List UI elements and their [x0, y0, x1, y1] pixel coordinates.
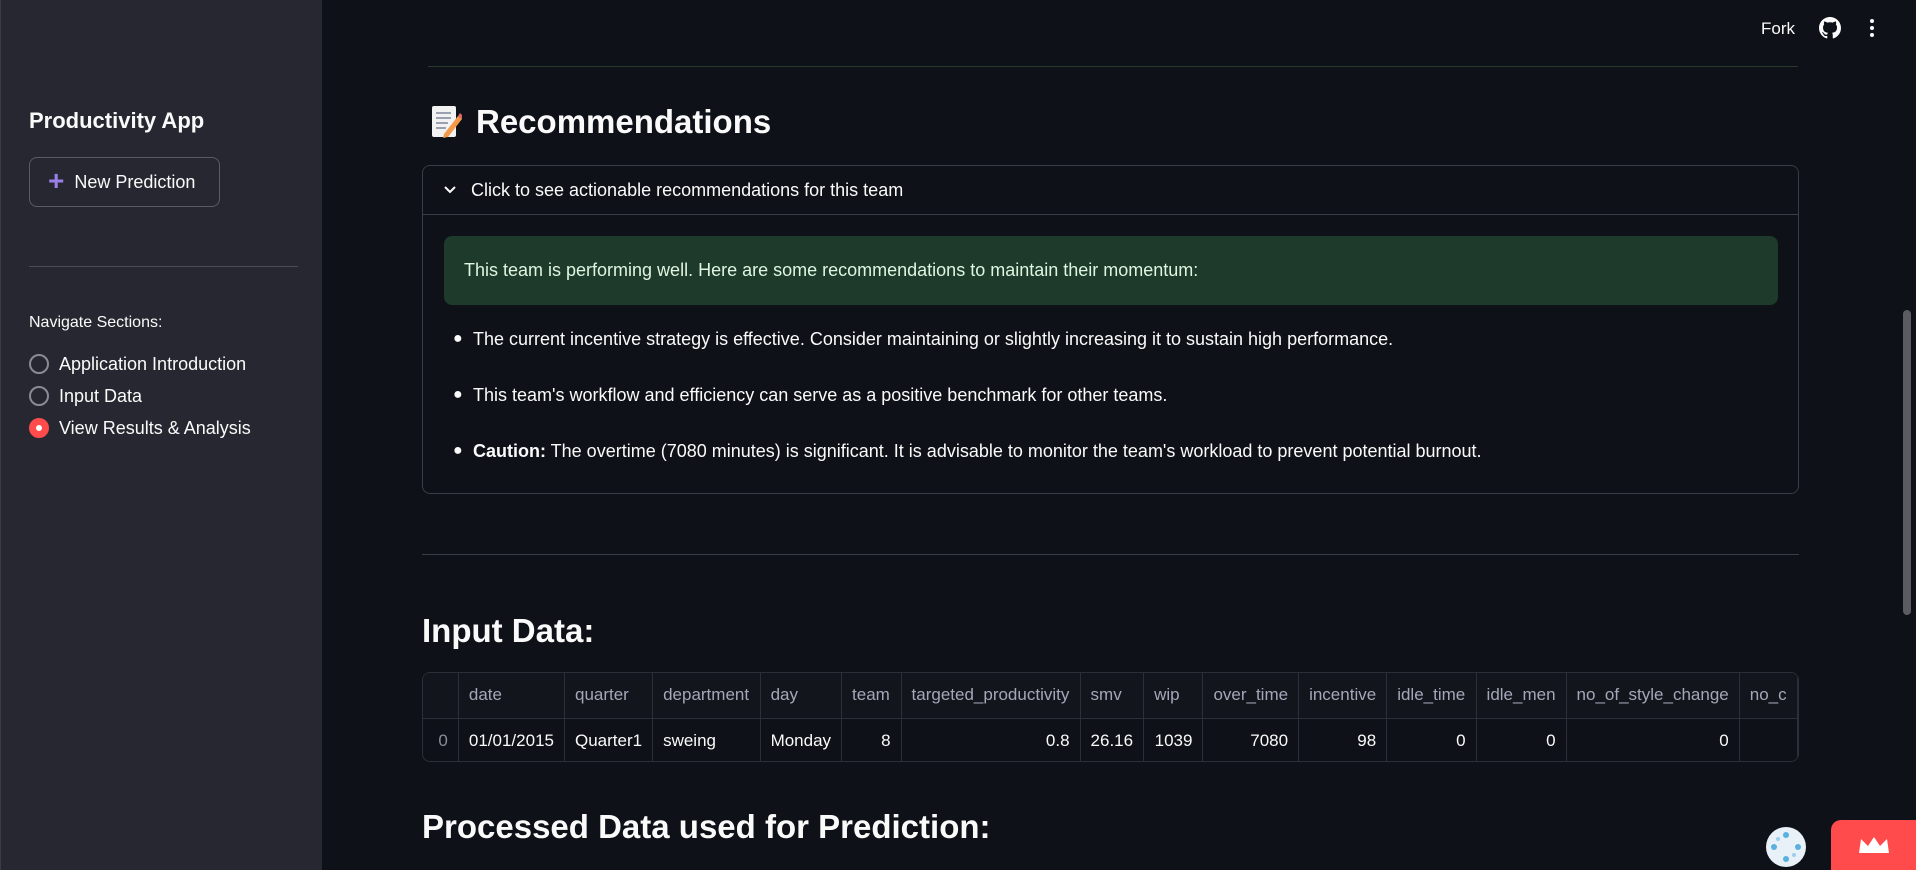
nav-option-application-introduction[interactable]: Application Introduction [29, 348, 251, 380]
table-cell[interactable] [1739, 718, 1798, 761]
sidebar-title: Productivity App [29, 108, 205, 133]
table-cell-index[interactable]: 0 [423, 718, 459, 761]
table-cell[interactable]: 0 [1386, 718, 1477, 761]
table-cell[interactable]: Quarter1 [564, 718, 654, 761]
nav-option-label: View Results & Analysis [59, 417, 251, 438]
table-cell[interactable]: 98 [1298, 718, 1388, 761]
radio-button-icon [29, 386, 49, 406]
column-header[interactable]: no_of_style_change [1566, 673, 1740, 719]
recommendations-expander: Click to see actionable recommendations … [422, 165, 1799, 494]
bullet-icon: ● [453, 442, 463, 459]
table-cell[interactable]: 01/01/2015 [458, 718, 565, 761]
input-data-table[interactable]: date quarter department day team targete… [422, 672, 1799, 762]
list-item: ● This team's workflow and efficiency ca… [449, 382, 1769, 438]
nav-option-view-results[interactable]: View Results & Analysis [29, 412, 251, 444]
table-cell[interactable]: 0.8 [901, 718, 1081, 761]
plus-icon: + [48, 164, 65, 196]
recommendation-text: Caution: The overtime (7080 minutes) is … [473, 438, 1482, 464]
table-header-row: date quarter department day team targete… [423, 673, 1798, 719]
column-header-index[interactable] [423, 673, 459, 719]
table-cell[interactable]: 8 [841, 718, 902, 761]
new-prediction-label: New Prediction [74, 171, 196, 192]
radio-button-icon [29, 354, 49, 374]
success-alert: This team is performing well. Here are s… [444, 236, 1778, 305]
column-header[interactable]: incentive [1298, 673, 1388, 719]
memo-icon [432, 106, 462, 138]
recommendations-title: Recommendations [476, 103, 772, 140]
table-cell[interactable]: 0 [1566, 718, 1740, 761]
bullet-icon: ● [453, 330, 463, 347]
column-header[interactable]: smv [1080, 673, 1145, 719]
table-cell[interactable]: sweing [652, 718, 761, 761]
column-header[interactable]: idle_men [1476, 673, 1567, 719]
chevron-down-icon [444, 186, 456, 194]
input-data-heading: Input Data: [422, 612, 595, 649]
running-status-icon [1768, 829, 1804, 865]
column-header[interactable]: wip [1143, 673, 1204, 719]
expander-label: Click to see actionable recommendations … [471, 179, 904, 200]
success-message: This team is performing well. Here are s… [464, 260, 1199, 280]
recommendation-text: This team's workflow and efficiency can … [473, 385, 1168, 405]
table-cell[interactable]: 0 [1476, 718, 1567, 761]
column-header[interactable]: targeted_productivity [901, 673, 1081, 719]
column-header[interactable]: idle_time [1386, 673, 1477, 719]
fork-button[interactable]: Fork [1761, 19, 1795, 39]
table-row: 0 01/01/2015 Quarter1 sweing Monday 8 0.… [423, 718, 1798, 761]
new-prediction-button[interactable]: + New Prediction [29, 157, 220, 207]
recommendation-text: The current incentive strategy is effect… [473, 329, 1394, 349]
table-cell[interactable]: Monday [760, 718, 843, 761]
recommendation-list: ● The current incentive strategy is effe… [449, 326, 1769, 494]
table-cell[interactable]: 1039 [1143, 718, 1204, 761]
data-table: date quarter department day team targete… [423, 673, 1798, 761]
streamlit-badge-button[interactable] [1831, 820, 1916, 870]
nav-option-label: Input Data [59, 385, 143, 406]
nav-option-label: Application Introduction [59, 353, 247, 374]
status-widget-icon[interactable] [1766, 827, 1806, 867]
table-cell[interactable]: 7080 [1202, 718, 1300, 761]
nav-label: Navigate Sections: [29, 314, 163, 331]
github-icon[interactable] [1819, 17, 1841, 39]
column-header[interactable]: quarter [564, 673, 654, 719]
column-header[interactable]: day [760, 673, 843, 719]
column-header[interactable]: over_time [1202, 673, 1300, 719]
nav-radio-group: Application Introduction Input Data View… [29, 348, 251, 444]
page-scrollbar[interactable] [1903, 310, 1911, 615]
sidebar-divider [29, 266, 298, 267]
processed-data-heading: Processed Data used for Prediction: [422, 808, 991, 845]
table-cell[interactable]: 26.16 [1080, 718, 1145, 761]
column-header[interactable]: date [458, 673, 565, 719]
list-item: ● Caution: The overtime (7080 minutes) i… [449, 438, 1769, 494]
top-divider [428, 66, 1798, 67]
bullet-icon: ● [453, 386, 463, 403]
crown-icon [1858, 837, 1889, 853]
recommendations-heading: Recommendations [430, 103, 771, 141]
radio-button-selected-icon [29, 418, 49, 438]
more-vertical-icon[interactable] [1866, 16, 1878, 40]
list-item: ● The current incentive strategy is effe… [449, 326, 1769, 382]
column-header[interactable]: team [841, 673, 902, 719]
sidebar: Productivity App + New Prediction Naviga… [0, 0, 322, 870]
column-header[interactable]: no_c [1739, 673, 1798, 719]
caution-label: Caution: [473, 441, 546, 461]
expander-header[interactable]: Click to see actionable recommendations … [423, 166, 1798, 215]
caution-text: The overtime (7080 minutes) is significa… [545, 441, 1482, 461]
column-header[interactable]: department [652, 673, 761, 719]
nav-option-input-data[interactable]: Input Data [29, 380, 251, 412]
section-divider [422, 554, 1799, 555]
